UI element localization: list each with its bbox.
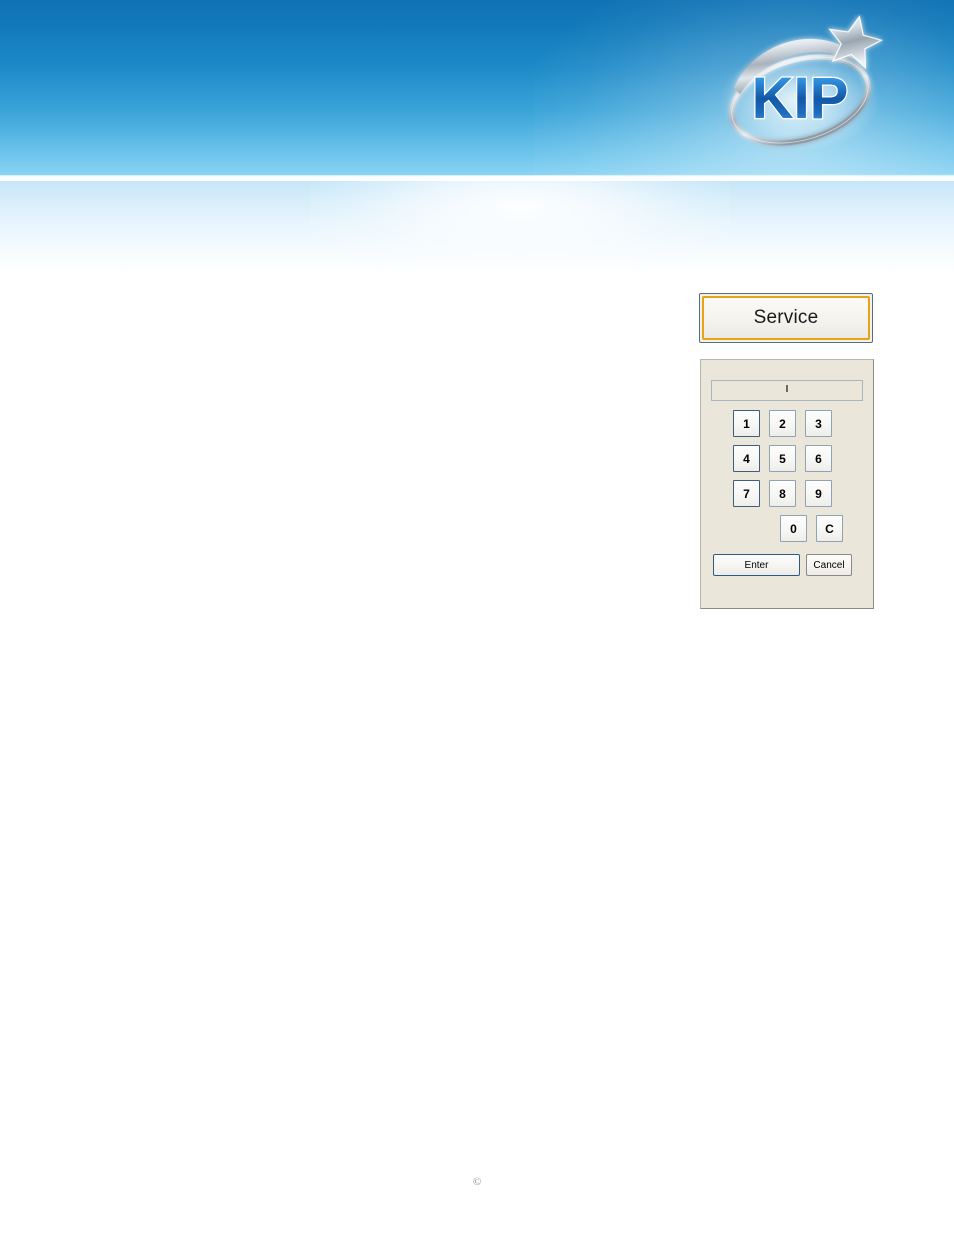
keypad-panel: 1 2 3 4 5 6 7 8 9 0 C Enter Cancel	[700, 359, 874, 609]
key-7[interactable]: 7	[733, 480, 760, 507]
keypad-row: 7 8 9	[733, 480, 843, 507]
key-clear[interactable]: C	[816, 515, 843, 542]
keypad-actions: Enter Cancel	[713, 554, 865, 576]
key-1[interactable]: 1	[733, 410, 760, 437]
pin-display-input[interactable]	[711, 380, 863, 401]
header-divider	[0, 175, 954, 181]
enter-button[interactable]: Enter	[713, 554, 800, 576]
kip-logo: KIP KIP	[714, 14, 894, 164]
keypad-row: 4 5 6	[733, 445, 843, 472]
key-3[interactable]: 3	[805, 410, 832, 437]
key-0[interactable]: 0	[780, 515, 807, 542]
service-button[interactable]: Service	[699, 293, 873, 343]
keypad-row: 0 C	[733, 515, 843, 542]
key-6[interactable]: 6	[805, 445, 832, 472]
keypad-row: 1 2 3	[733, 410, 843, 437]
keypad-grid: 1 2 3 4 5 6 7 8 9 0 C	[733, 410, 843, 550]
copyright-mark: ©	[472, 1176, 482, 1188]
key-9[interactable]: 9	[805, 480, 832, 507]
key-4[interactable]: 4	[733, 445, 760, 472]
service-button-label: Service	[753, 307, 819, 328]
key-5[interactable]: 5	[769, 445, 796, 472]
service-button-face: Service	[702, 296, 870, 340]
cancel-button[interactable]: Cancel	[806, 554, 852, 576]
key-8[interactable]: 8	[769, 480, 796, 507]
svg-text:KIP: KIP	[752, 66, 849, 131]
key-2[interactable]: 2	[769, 410, 796, 437]
text-caret	[786, 385, 788, 392]
subheader-band	[0, 181, 954, 276]
